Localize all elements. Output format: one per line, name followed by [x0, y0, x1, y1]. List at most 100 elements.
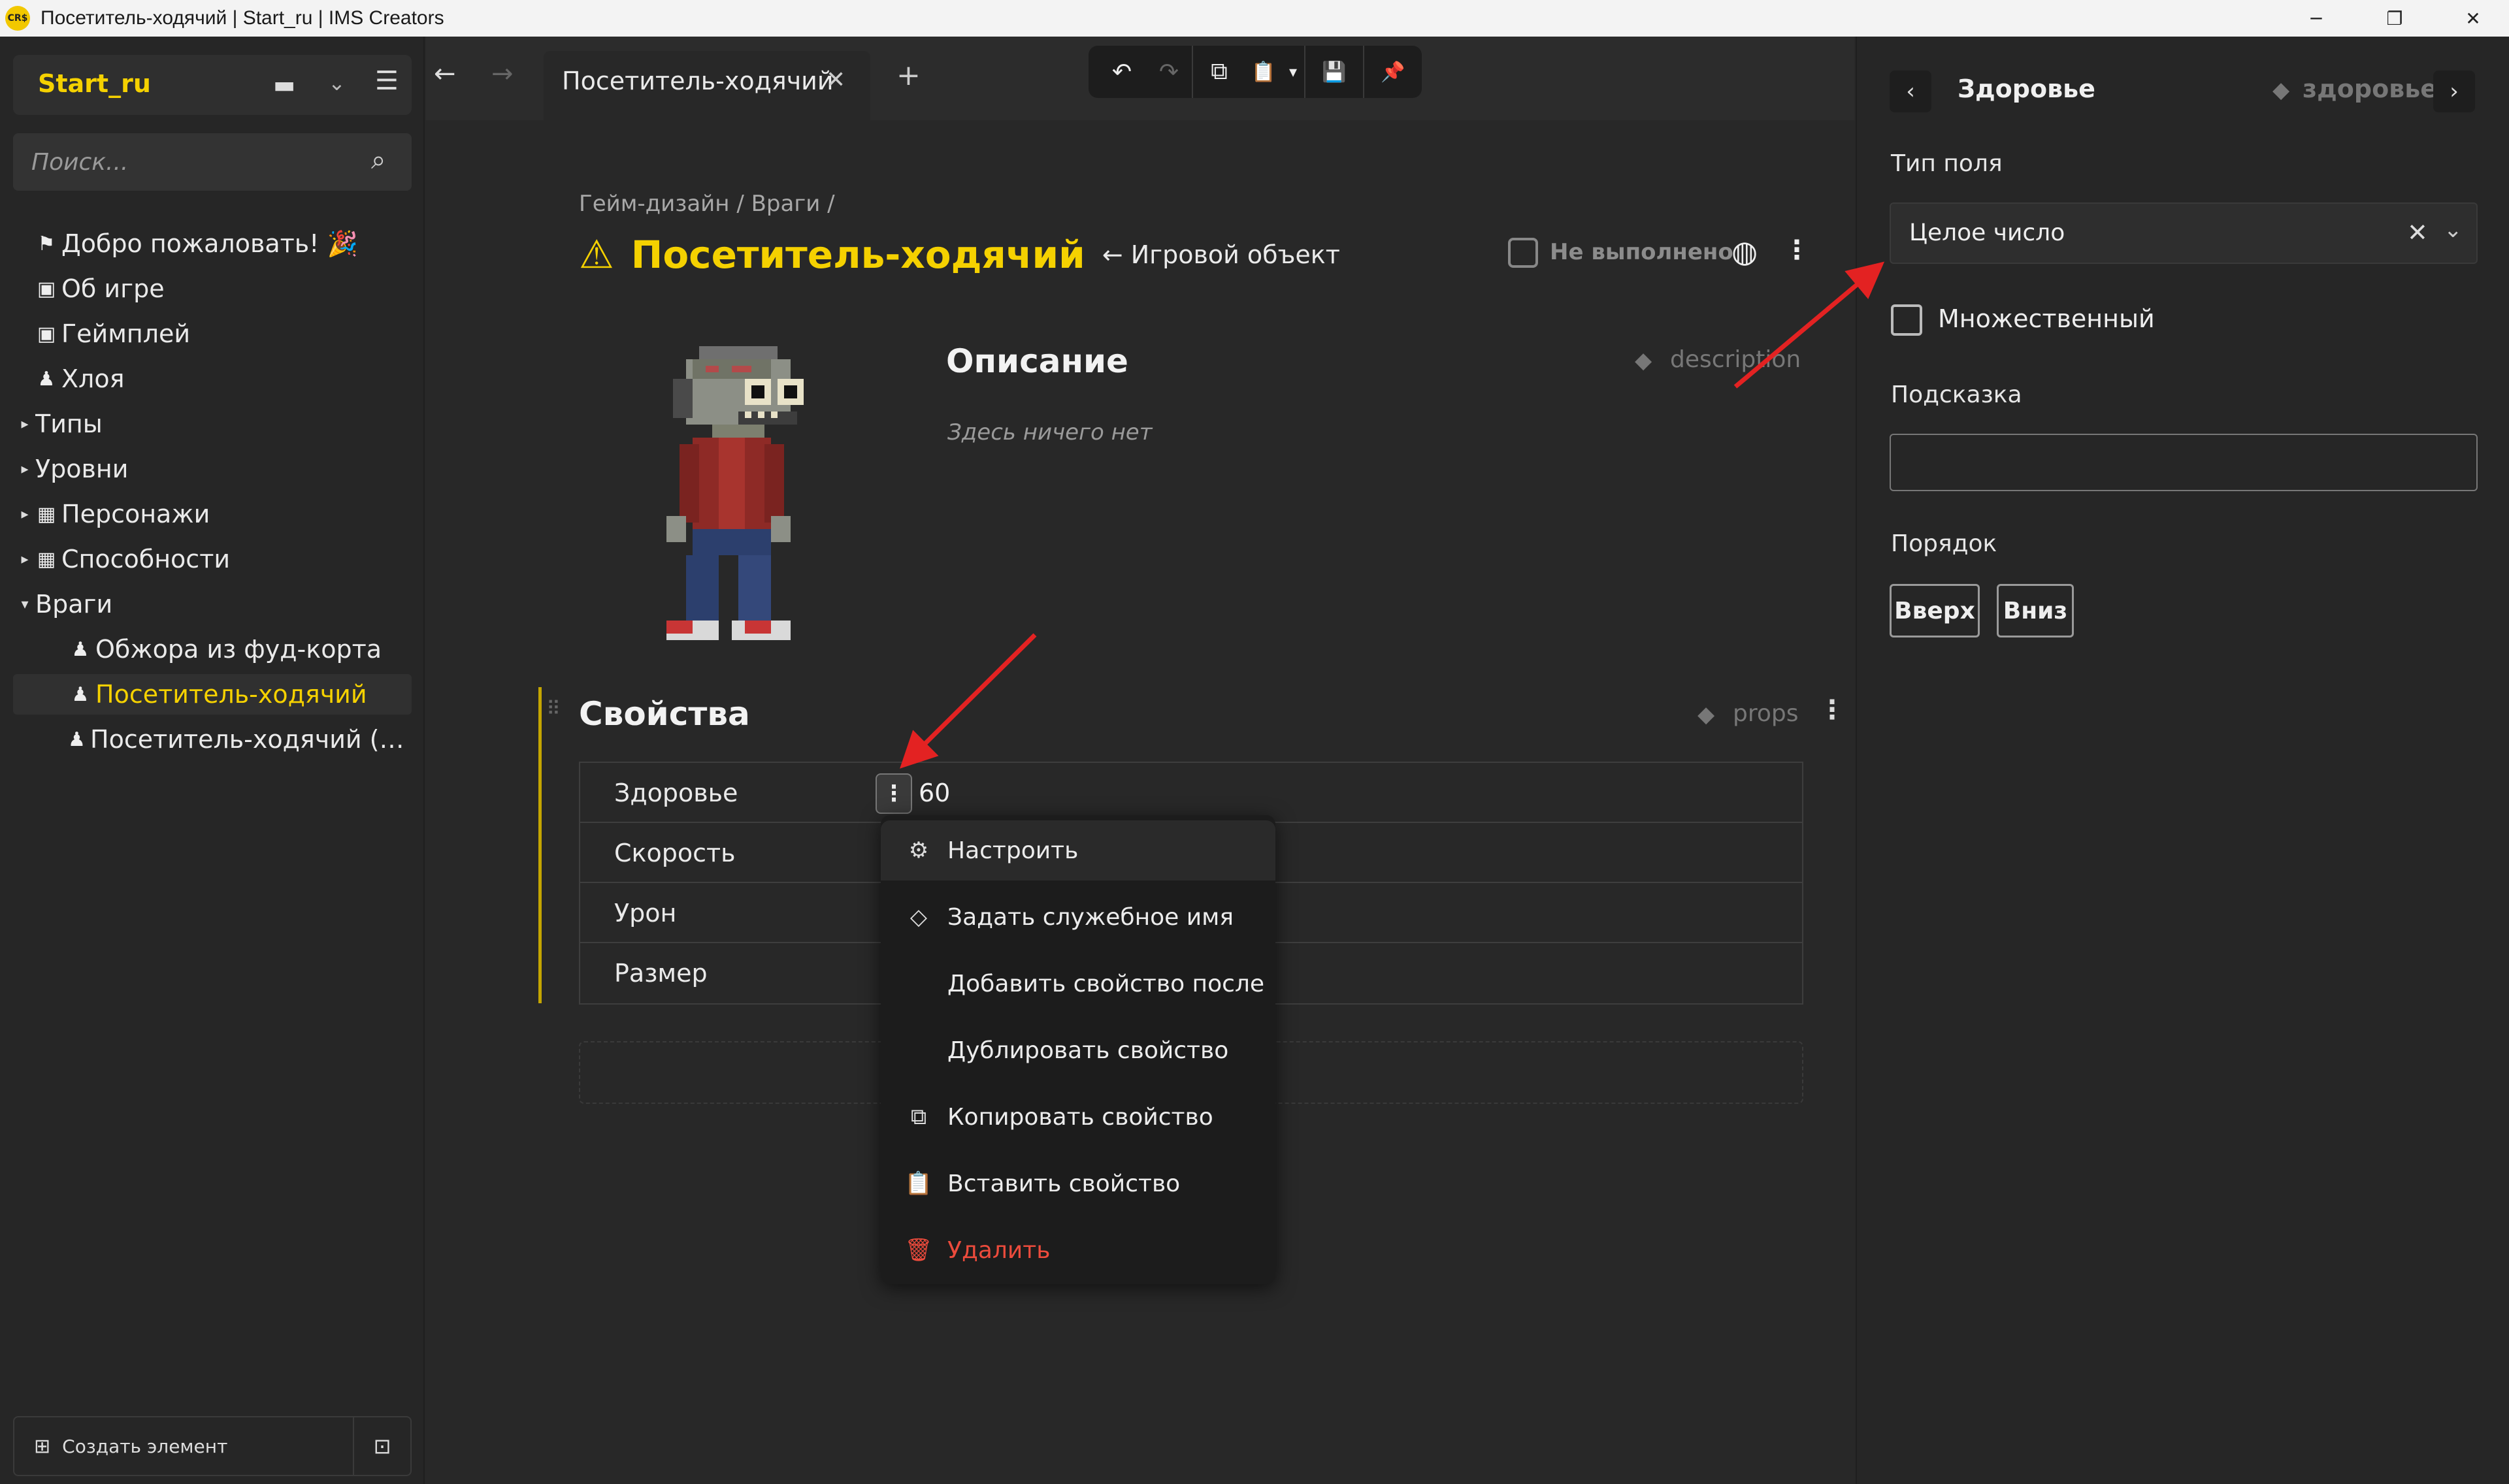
menu-item[interactable]: Дублировать свойство	[881, 1020, 1275, 1080]
caret-right-icon[interactable]: ▸	[18, 506, 31, 523]
caret-right-icon[interactable]: ▸	[18, 551, 31, 568]
project-switcher[interactable]: Start_ru ▬ ⌄	[13, 55, 412, 115]
field-type-select[interactable]: Целое число ✕ ⌄	[1890, 202, 2478, 264]
chevron-down-icon[interactable]: ⌄	[328, 71, 346, 95]
multiple-label[interactable]: Множественный	[1938, 304, 2155, 333]
move-down-button[interactable]: Вниз	[1997, 584, 2074, 637]
tab-label: Посетитель-ходячий	[562, 67, 834, 95]
project-name[interactable]: Start_ru	[38, 69, 151, 98]
menu-item[interactable]: ⧉ Копировать свойство	[881, 1087, 1275, 1147]
gear-icon: ⚙	[908, 837, 929, 863]
menu-item-label: Вставить свойство	[947, 1170, 1181, 1197]
field-type-value: Целое число	[1909, 219, 2065, 246]
close-tab-icon[interactable]: ✕	[826, 67, 845, 93]
search-box: ⌕	[13, 133, 412, 191]
app-logo: CR$	[5, 6, 30, 31]
menu-item[interactable]: 🗑 Удалить	[881, 1220, 1275, 1280]
sidebar-item[interactable]: ▸ Уровни	[13, 449, 412, 489]
sidebar-item[interactable]: ⚑ Добро пожаловать! 🎉	[13, 223, 412, 264]
table-row[interactable]: Здоровье ⋮ 60	[580, 763, 1802, 823]
multiple-checkbox[interactable]	[1891, 304, 1922, 336]
caret-down-icon[interactable]: ▾	[18, 596, 31, 613]
sidebar-item-label: Посетитель-ходячий	[95, 680, 367, 709]
tab-active-document[interactable]: Посетитель-ходячий ✕	[544, 51, 870, 120]
description-empty-text[interactable]: Здесь ничего нет	[947, 419, 1153, 445]
create-folder-button[interactable]: ⊡	[353, 1417, 410, 1475]
zombie-image	[666, 346, 804, 640]
sidebar-item[interactable]: ▣ Геймплей	[13, 314, 412, 354]
globe-icon[interactable]: ◍	[1731, 234, 1758, 269]
previous-field-button[interactable]: ‹	[1890, 71, 1931, 112]
zombie-icon: ♟	[71, 683, 90, 706]
property-value[interactable]: 60	[919, 779, 950, 807]
object-type-link[interactable]: ← Игровой объект	[1102, 240, 1340, 269]
chevron-right-icon: ›	[2450, 78, 2459, 105]
undo-icon[interactable]: ↶	[1098, 46, 1146, 98]
menu-item[interactable]: ⚙ Настроить	[881, 820, 1275, 880]
zombie-icon: ♟	[68, 728, 86, 751]
more-options-icon[interactable]: ⋮	[1819, 695, 1845, 725]
caret-right-icon[interactable]: ▸	[18, 461, 31, 477]
sidebar-item[interactable]: ▸ Типы	[13, 404, 412, 444]
search-icon[interactable]: ⌕	[371, 145, 385, 175]
status-checkbox[interactable]	[1508, 238, 1538, 268]
paste-dropdown-icon[interactable]: ▾	[1282, 46, 1304, 98]
save-icon[interactable]: 💾	[1305, 46, 1363, 98]
field-service-name[interactable]: здоровье	[2303, 74, 2437, 103]
tag-icon: ◆	[2272, 77, 2290, 103]
sidebar-item[interactable]: ♟Посетитель-ходячий (бро…	[13, 719, 412, 760]
sidebar-item[interactable]: ♟ Обжора из фуд-корта	[13, 629, 412, 669]
copy-icon[interactable]: ⧉	[1193, 46, 1245, 98]
tab-bar: ← → Посетитель-ходячий ✕ + ↶ ↷ ⧉ 📋 ▾ 💾 📌	[426, 37, 1854, 120]
hint-input[interactable]	[1890, 434, 2478, 491]
sidebar-item[interactable]: ♟ Посетитель-ходячий	[13, 674, 412, 715]
redo-icon[interactable]: ↷	[1146, 46, 1192, 98]
caret-right-icon[interactable]: ▸	[18, 416, 31, 432]
sidebar-item-label: Обжора из фуд-корта	[95, 635, 382, 664]
menu-item[interactable]: ◇ Задать служебное имя	[881, 887, 1275, 947]
property-name: Размер	[614, 959, 708, 988]
move-up-button[interactable]: Вверх	[1890, 584, 1980, 637]
status-label[interactable]: Не выполнено	[1550, 239, 1733, 265]
description-tag[interactable]: description	[1670, 346, 1801, 373]
new-tab-button[interactable]: +	[896, 61, 921, 90]
minimize-button[interactable]: ─	[2280, 0, 2352, 37]
annotation-arrow-to-menu	[900, 633, 1037, 769]
sidebar-item-label: Хлоя	[61, 364, 125, 393]
drag-handle-icon[interactable]: ⠿	[546, 698, 561, 720]
sidebar-item[interactable]: ▸ ▦ Персонажи	[13, 494, 412, 534]
next-field-button[interactable]: ›	[2433, 71, 2475, 112]
menu-item[interactable]: 📋 Вставить свойство	[881, 1153, 1275, 1214]
breadcrumb[interactable]: Гейм-дизайн / Враги /	[579, 191, 835, 217]
title-row: ⚠ Посетитель-ходячий ← Игровой объект	[579, 229, 1340, 281]
create-element-button[interactable]: ⊞ Создать элемент	[14, 1417, 353, 1475]
paste-icon[interactable]: 📋	[1245, 46, 1282, 98]
zombie-icon: ♟	[71, 637, 90, 661]
sidebar-item-label: Геймплей	[61, 319, 191, 348]
monitor-icon[interactable]: ▬	[273, 72, 295, 99]
property-menu-button[interactable]: ⋮	[876, 773, 912, 814]
page-title[interactable]: Посетитель-ходячий	[631, 233, 1085, 277]
sidebar-item[interactable]: ♟ Хлоя	[13, 359, 412, 399]
forward-arrow-icon[interactable]: →	[491, 59, 514, 89]
pin-icon[interactable]: 📌	[1364, 46, 1422, 98]
menu-item-label: Копировать свойство	[947, 1103, 1213, 1131]
hamburger-menu-icon[interactable]: ☰	[375, 66, 399, 96]
sidebar-item[interactable]: ▸ ▦ Способности	[13, 539, 412, 579]
sidebar-item[interactable]: ▣ Об игре	[13, 268, 412, 309]
maximize-button[interactable]: ❐	[2359, 0, 2431, 37]
property-context-menu: ⚙ Настроить ◇ Задать служебное имя Добавить …	[881, 815, 1275, 1284]
property-name: Урон	[614, 899, 677, 928]
trash-icon: 🗑	[904, 1237, 933, 1263]
close-window-button[interactable]: ✕	[2437, 0, 2509, 37]
back-arrow-icon[interactable]: ←	[434, 59, 456, 89]
sidebar-item[interactable]: ▾ Враги	[13, 584, 412, 624]
search-input[interactable]	[31, 133, 371, 191]
menu-item[interactable]: Добавить свойство после	[881, 954, 1275, 1014]
clipboard-icon: 📋	[904, 1170, 933, 1197]
window-titlebar: CR$ Посетитель-ходячий | Start_ru | IMS …	[0, 0, 2509, 37]
clear-icon[interactable]: ✕	[2407, 218, 2428, 247]
properties-tag[interactable]: props	[1733, 700, 1799, 727]
chevron-down-icon[interactable]: ⌄	[2444, 217, 2463, 243]
more-options-icon[interactable]: ⋮	[1784, 235, 1810, 265]
